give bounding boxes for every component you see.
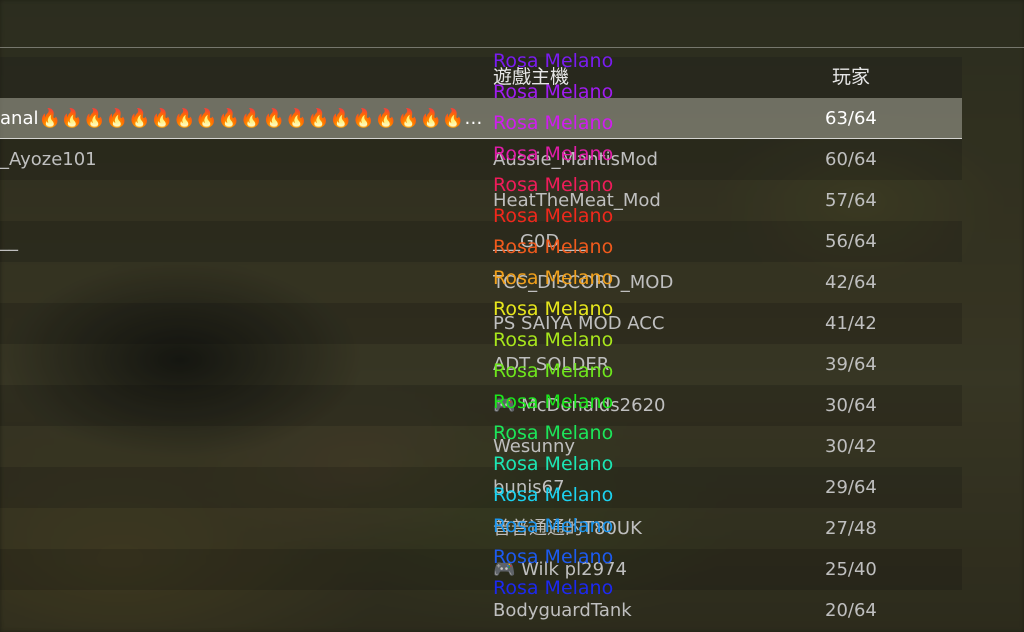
session-name: anal🔥🔥🔥🔥🔥🔥🔥🔥🔥🔥🔥🔥🔥🔥🔥🔥🔥🔥🔥🔥…: [0, 108, 485, 129]
session-row[interactable]: __ ___G0D___ 56/64: [0, 221, 962, 262]
session-row[interactable]: bunis67 29/64: [0, 467, 962, 508]
session-row[interactable]: BodyguardTank 20/64: [0, 590, 962, 631]
session-row[interactable]: ADT SOLDER 39/64: [0, 344, 962, 385]
column-header-row: 遊戲主機 玩家: [0, 57, 962, 98]
session-player-count: 42/64: [825, 272, 877, 293]
session-host: Aussie_MantisMod: [493, 149, 658, 170]
session-player-count: 60/64: [825, 149, 877, 170]
session-host: 普普通通的T80UK: [493, 518, 642, 539]
session-host: BodyguardTank: [493, 600, 632, 621]
session-player-count: 25/40: [825, 559, 877, 580]
session-host: HeatTheMeat_Mod: [493, 190, 661, 211]
session-row[interactable]: Wesunny 30/42: [0, 426, 962, 467]
session-row[interactable]: HeatTheMeat_Mod 57/64: [0, 180, 962, 221]
column-header-players[interactable]: 玩家: [832, 57, 870, 98]
session-host: 🎮 McDonalds2620: [493, 395, 666, 416]
session-host: TCC_DISCORD_MOD: [493, 272, 674, 293]
session-player-count: 56/64: [825, 231, 877, 252]
session-row[interactable]: 🎮 McDonalds2620 30/64: [0, 385, 962, 426]
session-player-count: 39/64: [825, 354, 877, 375]
session-host: 🎮 Wilk pl2974: [493, 559, 627, 580]
session-list: 遊戲主機 玩家 anal🔥🔥🔥🔥🔥🔥🔥🔥🔥🔥🔥🔥🔥🔥🔥🔥🔥🔥🔥🔥… 63/64 _A…: [0, 57, 962, 631]
session-host: Wesunny: [493, 436, 576, 457]
header-divider: [0, 47, 1024, 48]
session-row[interactable]: PS SAIYA MOD ACC 41/42: [0, 303, 962, 344]
session-player-count: 30/64: [825, 395, 877, 416]
session-player-count: 57/64: [825, 190, 877, 211]
session-player-count: 63/64: [825, 108, 877, 129]
session-row[interactable]: TCC_DISCORD_MOD 42/64: [0, 262, 962, 303]
session-host: ADT SOLDER: [493, 354, 610, 375]
session-player-count: 20/64: [825, 600, 877, 621]
session-row[interactable]: _Ayoze101 Aussie_MantisMod 60/64: [0, 139, 962, 180]
session-name: _Ayoze101: [0, 149, 97, 170]
session-player-count: 27/48: [825, 518, 877, 539]
session-player-count: 29/64: [825, 477, 877, 498]
session-row[interactable]: 🎮 Wilk pl2974 25/40: [0, 549, 962, 590]
session-row[interactable]: 普普通通的T80UK 27/48: [0, 508, 962, 549]
session-host: ___G0D___: [493, 231, 587, 252]
session-player-count: 41/42: [825, 313, 877, 334]
session-name: __: [0, 231, 18, 252]
session-host: bunis67: [493, 477, 565, 498]
session-row-selected[interactable]: anal🔥🔥🔥🔥🔥🔥🔥🔥🔥🔥🔥🔥🔥🔥🔥🔥🔥🔥🔥🔥… 63/64: [0, 98, 962, 139]
column-header-host[interactable]: 遊戲主機: [493, 57, 569, 98]
session-player-count: 30/42: [825, 436, 877, 457]
session-host: PS SAIYA MOD ACC: [493, 313, 665, 334]
